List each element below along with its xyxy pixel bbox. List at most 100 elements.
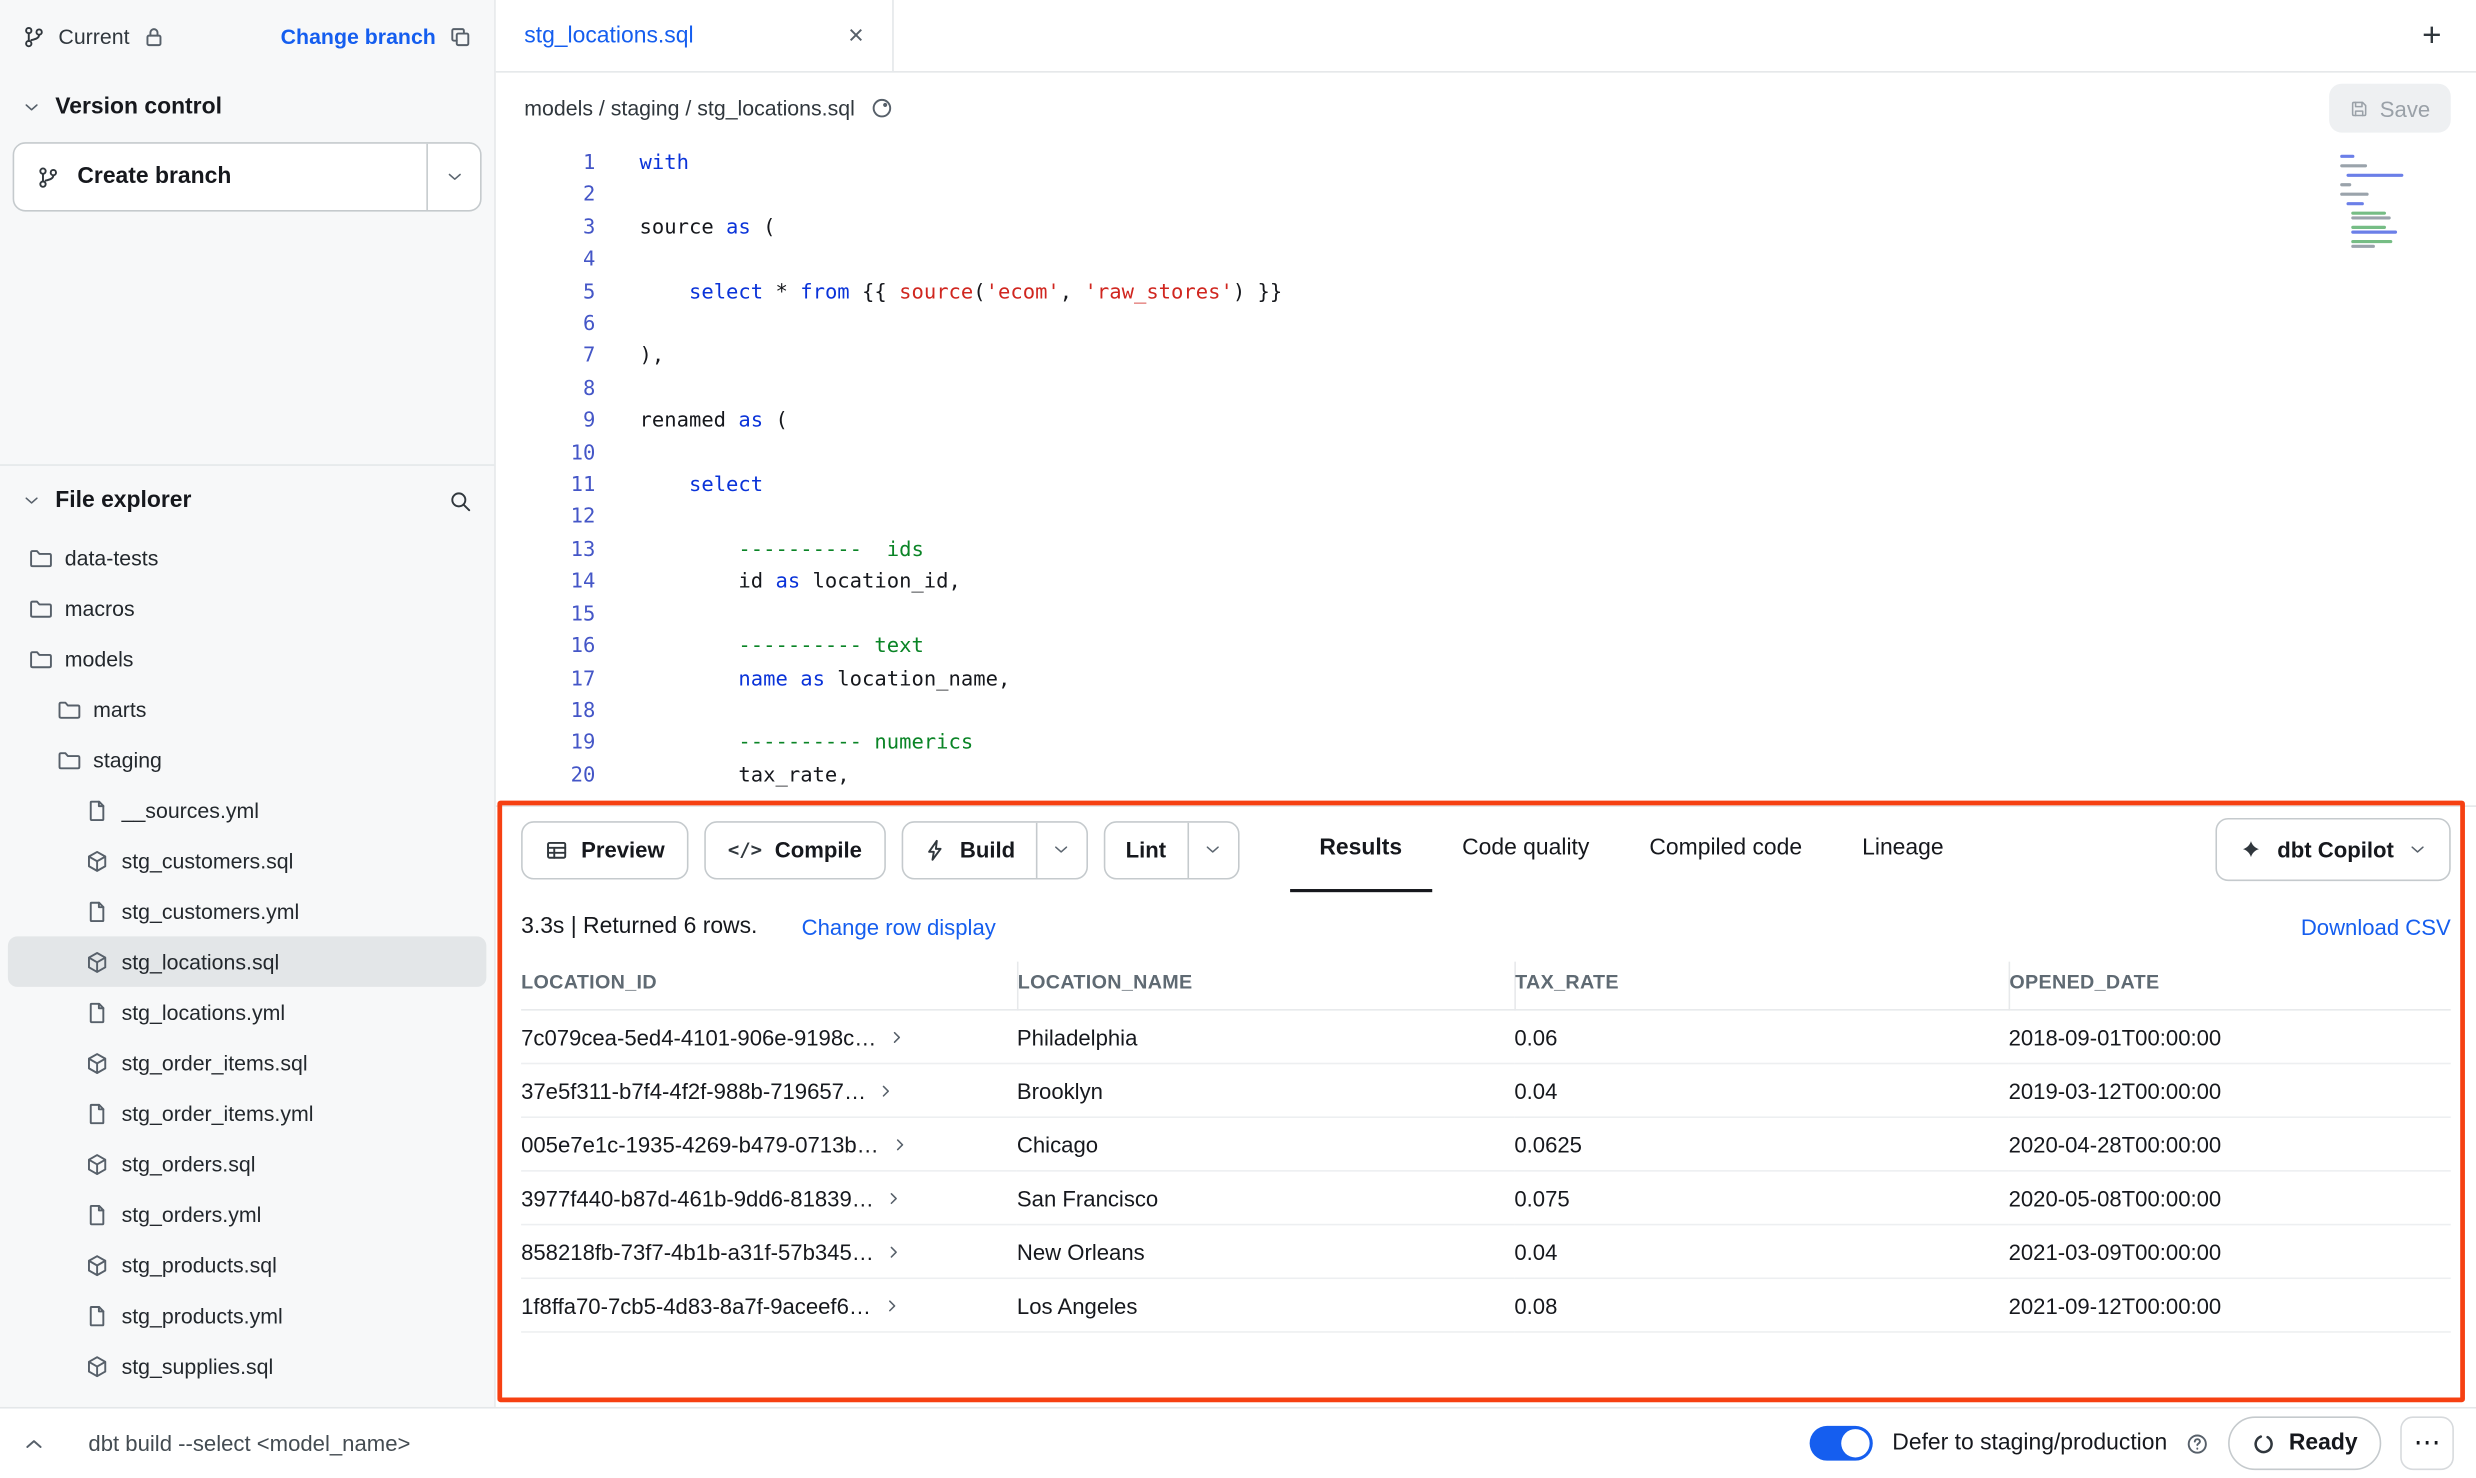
code-line-1[interactable]: 1with [496,148,2476,180]
code-line-5[interactable]: 5 select * from {{ source('ecom', 'raw_s… [496,277,2476,309]
change-branch-link[interactable]: Change branch [281,24,436,48]
tab-stg-locations-sql[interactable]: stg_locations.sql × [496,0,894,71]
file-tree-item-stg-orders-sql[interactable]: stg_orders.sql [8,1139,486,1190]
cell: 0.0625 [1514,1117,2008,1171]
code-line-6[interactable]: 6 [496,310,2476,342]
lint-button[interactable]: Lint [1105,822,1187,877]
code-line-8[interactable]: 8 [496,374,2476,406]
chevron-right-icon[interactable] [885,1188,904,1207]
column-header-location_id[interactable]: LOCATION_ID [521,962,1017,1010]
file-tree-item-stg-orders-yml[interactable]: stg_orders.yml [8,1189,486,1240]
line-number: 20 [496,761,595,793]
search-icon[interactable] [448,489,472,513]
minimap[interactable] [2340,155,2403,248]
current-branch-label: Current [58,24,129,48]
code-line-12[interactable]: 12 [496,503,2476,535]
code-line-4[interactable]: 4 [496,245,2476,277]
chevron-up-icon[interactable] [22,1431,46,1455]
dbt-ide-app: Current Change branch Version control [0,0,2476,1478]
ready-label: Ready [2289,1431,2358,1456]
command-text[interactable]: dbt build --select <model_name> [88,1431,410,1456]
table-row[interactable]: 005e7e1c-1935-4269-b479-0713b…Chicago0.0… [521,1117,2451,1171]
compile-label: Compile [775,837,862,862]
file-tree-item-stg-customers-sql[interactable]: stg_customers.sql [8,835,486,886]
file-tree-item-stg-products-yml[interactable]: stg_products.yml [8,1290,486,1341]
model-icon [85,1354,109,1378]
file-tree-item-stg-locations-yml[interactable]: stg_locations.yml [8,987,486,1038]
code-line-15[interactable]: 15 [496,600,2476,632]
line-number: 17 [496,664,595,696]
build-button[interactable]: Build [903,822,1036,877]
table-row[interactable]: 37e5f311-b7f4-4f2f-988b-719657…Brooklyn0… [521,1064,2451,1118]
preview-button[interactable]: Preview [521,820,688,878]
help-icon[interactable] [2186,1431,2210,1455]
code-line-20[interactable]: 20 tax_rate, [496,761,2476,793]
file-tree-item-stg-customers-yml[interactable]: stg_customers.yml [8,886,486,937]
code-line-7[interactable]: 7), [496,342,2476,374]
code-line-17[interactable]: 17 name as location_name, [496,664,2476,696]
table-row[interactable]: 3977f440-b87d-461b-9dd6-81839…San Franci… [521,1171,2451,1225]
column-header-opened_date[interactable]: OPENED_DATE [2009,962,2451,1010]
download-csv-link[interactable]: Download CSV [2301,914,2451,939]
code-line-19[interactable]: 19 ---------- numerics [496,728,2476,760]
file-tree-item-stg-products-sql[interactable]: stg_products.sql [8,1240,486,1291]
code-line-9[interactable]: 9renamed as ( [496,406,2476,438]
file-tree-item-stg-locations-sql[interactable]: stg_locations.sql [8,936,486,987]
copy-icon[interactable] [448,24,472,48]
version-control-header[interactable]: Version control [0,73,494,136]
chevron-right-icon[interactable] [882,1296,901,1315]
panel-tab-lineage[interactable]: Lineage [1832,807,1974,892]
column-header-location_name[interactable]: LOCATION_NAME [1017,962,1514,1010]
code-line-18[interactable]: 18 [496,696,2476,728]
chevron-right-icon[interactable] [887,1027,906,1046]
chevron-right-icon[interactable] [877,1081,896,1100]
cell: Philadelphia [1017,1010,1514,1064]
file-name: stg_customers.yml [122,899,300,923]
chevron-right-icon[interactable] [885,1242,904,1261]
code-line-11[interactable]: 11 select [496,471,2476,503]
ready-button[interactable]: Ready [2229,1416,2381,1470]
build-label: Build [960,837,1015,862]
save-button[interactable]: Save [2329,84,2450,133]
file-tree-item-marts[interactable]: marts [8,684,486,735]
table-row[interactable]: 7c079cea-5ed4-4101-906e-9198c…Philadelph… [521,1010,2451,1064]
compile-button[interactable]: </> Compile [704,820,885,878]
column-header-tax_rate[interactable]: TAX_RATE [1514,962,2008,1010]
file-tree-item-macros[interactable]: macros [8,583,486,634]
file-tree-item--sources-yml[interactable]: __sources.yml [8,785,486,836]
file-tree-item-staging[interactable]: staging [8,734,486,785]
code-editor[interactable]: 1with23source as (45 select * from {{ so… [496,144,2476,806]
lint-caret-button[interactable] [1187,822,1238,877]
create-branch-caret-button[interactable] [426,144,480,210]
file-tree-item-models[interactable]: models [8,633,486,684]
change-row-display-link[interactable]: Change row display [802,914,996,939]
close-icon[interactable]: × [848,22,864,49]
file-tree-item-data-tests[interactable]: data-tests [8,532,486,583]
line-number: 3 [496,213,595,245]
file-explorer-header[interactable]: File explorer [0,466,494,529]
file-tree-item-stg-order-items-yml[interactable]: stg_order_items.yml [8,1088,486,1139]
build-caret-button[interactable] [1036,822,1087,877]
table-row[interactable]: 1f8ffa70-7cb5-4d83-8a7f-9aceef6…Los Ange… [521,1278,2451,1332]
create-branch-button[interactable]: Create branch [14,144,426,210]
more-options-button[interactable]: ⋯ [2400,1416,2454,1470]
defer-toggle[interactable] [1810,1426,1873,1461]
line-number: 19 [496,728,595,760]
file-tree-item-stg-supplies-sql[interactable]: stg_supplies.sql [8,1341,486,1392]
new-tab-button[interactable]: + [2407,10,2458,61]
table-icon [545,838,569,862]
chevron-right-icon[interactable] [890,1135,909,1154]
table-row[interactable]: 858218fb-73f7-4b1b-a31f-57b345…New Orlea… [521,1225,2451,1279]
panel-tab-code-quality[interactable]: Code quality [1432,807,1619,892]
code-line-3[interactable]: 3source as ( [496,213,2476,245]
panel-tab-results[interactable]: Results [1289,807,1432,892]
code-line-13[interactable]: 13 ---------- ids [496,535,2476,567]
lineage-icon[interactable] [871,96,895,120]
file-tree-item-stg-order-items-sql[interactable]: stg_order_items.sql [8,1037,486,1088]
code-line-14[interactable]: 14 id as location_id, [496,567,2476,599]
code-line-2[interactable]: 2 [496,181,2476,213]
code-line-10[interactable]: 10 [496,438,2476,470]
code-line-16[interactable]: 16 ---------- text [496,632,2476,664]
panel-tab-compiled-code[interactable]: Compiled code [1619,807,1832,892]
dbt-copilot-button[interactable]: dbt Copilot [2216,818,2451,881]
